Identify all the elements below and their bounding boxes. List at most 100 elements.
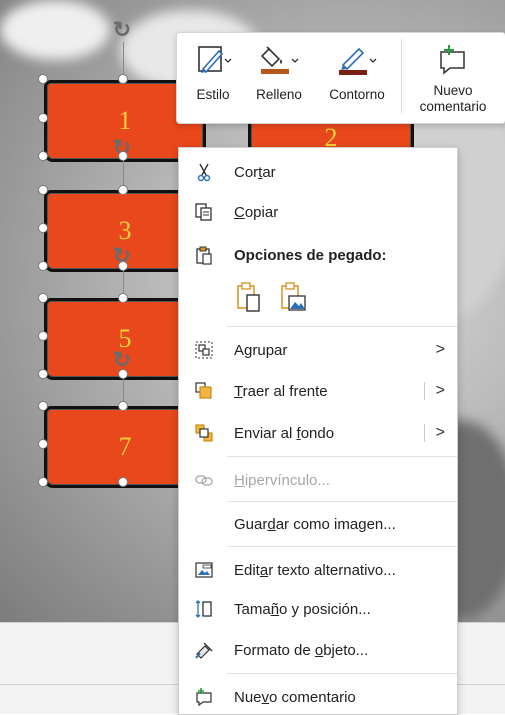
resize-handle[interactable] bbox=[118, 401, 128, 411]
fill-button[interactable]: Relleno bbox=[249, 39, 309, 102]
menu-label-part: ar bbox=[262, 163, 276, 181]
menu-item-group[interactable]: Agrupar > bbox=[179, 332, 457, 368]
resize-handle[interactable] bbox=[118, 261, 128, 271]
background-photo-area bbox=[0, 0, 110, 60]
menu-separator bbox=[227, 456, 457, 457]
menu-item-size-position[interactable]: Tamaño y posición... bbox=[179, 591, 457, 627]
menu-item-copy[interactable]: Copiar bbox=[179, 194, 457, 230]
menu-item-paste-options: Opciones de pegado: bbox=[179, 237, 457, 273]
link-icon bbox=[193, 469, 215, 491]
menu-label-accel: T bbox=[234, 382, 243, 400]
menu-label-part: o y posición... bbox=[279, 600, 371, 618]
menu-label-part: o comentario bbox=[269, 688, 356, 706]
menu-label-part: r texto alternativo... bbox=[268, 561, 396, 579]
resize-handle[interactable] bbox=[38, 401, 48, 411]
menu-separator bbox=[227, 546, 457, 547]
menu-separator bbox=[227, 501, 457, 502]
resize-handle[interactable] bbox=[38, 185, 48, 195]
menu-label-part: Guar bbox=[234, 515, 268, 533]
resize-handle[interactable] bbox=[38, 369, 48, 379]
menu-label-part: raer al frente bbox=[242, 382, 328, 400]
new-comment-label-line2: comentario bbox=[419, 99, 487, 114]
paste-options-label: Opciones de pegado: bbox=[234, 246, 387, 264]
resize-handle[interactable] bbox=[118, 369, 128, 379]
menu-label-accel: a bbox=[259, 561, 269, 579]
resize-handle[interactable] bbox=[118, 293, 128, 303]
new-comment-button[interactable]: Nuevo comentario bbox=[405, 39, 501, 115]
resize-handle[interactable] bbox=[118, 74, 128, 84]
send-to-back-icon bbox=[193, 422, 215, 444]
resize-handle[interactable] bbox=[38, 223, 48, 233]
resize-handle[interactable] bbox=[38, 293, 48, 303]
menu-label-accel: v bbox=[261, 688, 270, 706]
submenu-chevron-icon[interactable]: > bbox=[436, 424, 445, 442]
menu-item-send-to-back[interactable]: Enviar al fondo > bbox=[179, 415, 457, 451]
menu-separator bbox=[227, 326, 457, 327]
fill-label: Relleno bbox=[256, 87, 302, 102]
split-button-divider bbox=[424, 382, 425, 400]
resize-handle[interactable] bbox=[118, 477, 128, 487]
menu-label-part: opiar bbox=[244, 203, 279, 221]
format-object-icon bbox=[193, 639, 215, 661]
paste-icon bbox=[193, 244, 215, 266]
menu-label-part: ondo bbox=[300, 424, 335, 442]
split-button-divider bbox=[424, 424, 425, 442]
menu-item-save-as-picture[interactable]: Guardar como imagen... bbox=[179, 506, 457, 542]
resize-handle[interactable] bbox=[38, 151, 48, 161]
menu-label-part: Edit bbox=[234, 561, 260, 579]
menu-item-edit-alt-text[interactable]: Editar texto alternativo... bbox=[179, 552, 457, 588]
menu-label-part: bjeto... bbox=[323, 641, 369, 659]
resize-handle[interactable] bbox=[38, 74, 48, 84]
outline-label: Contorno bbox=[329, 87, 385, 102]
menu-item-format-object[interactable]: Formato de objeto... bbox=[179, 632, 457, 668]
copy-icon bbox=[193, 201, 215, 223]
pen-outline-icon bbox=[319, 39, 395, 81]
selection-connector bbox=[123, 42, 124, 78]
menu-label-part: ipervínculo... bbox=[244, 471, 330, 489]
resize-handle[interactable] bbox=[38, 261, 48, 271]
menu-item-cut[interactable]: Cortar bbox=[179, 154, 457, 190]
paste-picture-icon bbox=[281, 282, 306, 311]
group-icon bbox=[193, 339, 215, 361]
menu-label-accel: C bbox=[234, 203, 245, 221]
menu-label-part: Nue bbox=[234, 688, 262, 706]
new-comment-icon bbox=[193, 686, 215, 708]
toolbar-separator bbox=[401, 39, 402, 113]
shape-label: 3 bbox=[118, 216, 132, 245]
scissors-icon bbox=[193, 161, 215, 183]
paste-as-picture-button[interactable] bbox=[279, 281, 309, 313]
menu-label-part: rupar bbox=[252, 341, 288, 359]
menu-label-part: Enviar al bbox=[234, 424, 297, 442]
shape-label: 1 bbox=[118, 106, 132, 135]
outline-button[interactable]: Contorno bbox=[319, 39, 395, 102]
shape-style-icon bbox=[189, 39, 237, 81]
resize-handle[interactable] bbox=[118, 151, 128, 161]
menu-label-part: A bbox=[234, 341, 245, 359]
resize-handle[interactable] bbox=[38, 477, 48, 487]
menu-item-bring-to-front[interactable]: Traer al frente > bbox=[179, 373, 457, 409]
resize-handle[interactable] bbox=[38, 331, 48, 341]
menu-item-hyperlink: Hipervínculo... bbox=[179, 462, 457, 498]
alt-text-icon bbox=[193, 559, 215, 581]
paste-keep-source-icon bbox=[237, 282, 260, 312]
menu-item-new-comment[interactable]: Nuevo comentario bbox=[179, 679, 457, 715]
bring-to-front-icon bbox=[193, 380, 215, 402]
rotate-handle-icon[interactable]: ↻ bbox=[112, 349, 132, 371]
menu-separator bbox=[227, 673, 457, 674]
mini-toolbar: Estilo Relleno Contorno Nuevo comentario bbox=[176, 32, 505, 124]
context-menu: Cortar Copiar Opciones de pegado: Agrupa… bbox=[178, 147, 458, 715]
menu-label-part: Formato de bbox=[234, 641, 315, 659]
menu-label-part: Tama bbox=[234, 600, 271, 618]
submenu-chevron-icon[interactable]: > bbox=[436, 382, 445, 400]
paint-bucket-icon bbox=[249, 39, 309, 81]
resize-handle[interactable] bbox=[118, 185, 128, 195]
style-button[interactable]: Estilo bbox=[189, 39, 237, 102]
rotate-handle-icon[interactable]: ↻ bbox=[112, 19, 132, 41]
menu-label-part: Cor bbox=[234, 163, 259, 181]
resize-handle[interactable] bbox=[38, 113, 48, 123]
paste-keep-source-button[interactable] bbox=[235, 281, 263, 313]
menu-label-part: ar como imagen... bbox=[275, 515, 396, 533]
submenu-chevron-icon: > bbox=[435, 341, 445, 358]
resize-handle[interactable] bbox=[38, 439, 48, 449]
menu-label-accel: o bbox=[314, 641, 324, 659]
